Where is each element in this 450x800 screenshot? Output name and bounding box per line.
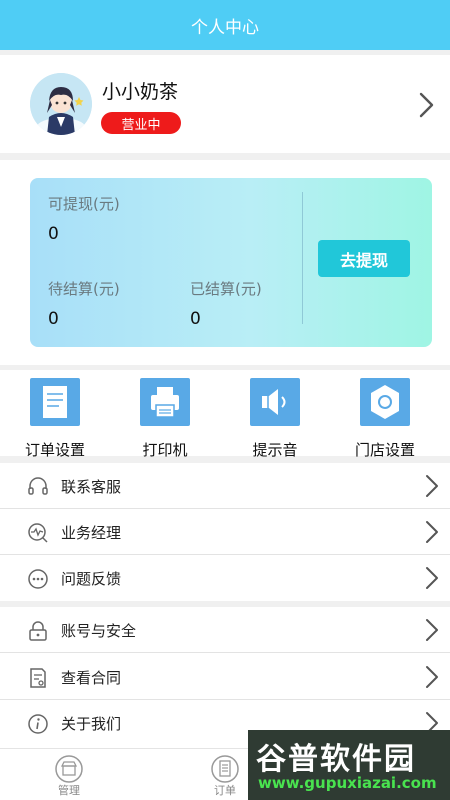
manager-icon <box>28 523 48 543</box>
menu-item-label: 查看合同 <box>61 669 122 687</box>
printer-icon <box>140 378 190 426</box>
chevron-right-icon <box>426 666 438 688</box>
row-divider <box>0 652 450 653</box>
watermark-url: www.gupuxiazai.com <box>258 774 437 792</box>
quick-action-store-settings[interactable]: 门店设置 <box>330 378 440 459</box>
wallet-section: 可提现(元) 0 待结算(元) 0 已结算(元) 0 去提现 <box>0 160 450 365</box>
chevron-right-icon <box>426 521 438 543</box>
quick-action-label: 订单设置 <box>24 441 85 459</box>
chevron-right-icon <box>426 567 438 589</box>
pending-label: 待结算(元) <box>48 280 120 298</box>
pending-value: 0 <box>48 309 59 329</box>
settled-label: 已结算(元) <box>190 280 262 298</box>
watermark-logo: 谷普软件园 www.gupuxiazai.com <box>248 730 450 800</box>
withdraw-button[interactable]: 去提现 <box>318 240 410 277</box>
quick-action-printer[interactable]: 打印机 <box>110 378 220 459</box>
order-list-icon <box>211 755 239 783</box>
menu-item-customer-service[interactable]: 联系客服 <box>0 463 450 509</box>
menu-item-label: 问题反馈 <box>61 570 122 588</box>
withdrawable-label: 可提现(元) <box>48 195 120 213</box>
avatar-illustration <box>30 73 92 135</box>
withdrawable-value: 0 <box>48 224 59 244</box>
wallet-divider <box>302 192 303 324</box>
store-settings-icon <box>360 378 410 426</box>
menu-item-feedback[interactable]: 问题反馈 <box>0 555 450 601</box>
speaker-icon <box>250 378 300 426</box>
shop-name: 小小奶茶 <box>102 81 179 103</box>
page-header: 个人中心 <box>0 0 450 50</box>
page-title: 个人中心 <box>191 17 259 38</box>
menu-group-support: 联系客服 业务经理 问题反馈 <box>0 463 450 601</box>
tab-manage[interactable]: 管理 <box>34 752 104 800</box>
quick-actions: 订单设置 打印机 提示音 门店设置 <box>0 370 450 459</box>
menu-item-account-security[interactable]: 账号与安全 <box>0 607 450 653</box>
order-settings-icon <box>30 378 80 426</box>
menu-item-contract[interactable]: 查看合同 <box>0 654 450 700</box>
quick-action-label: 门店设置 <box>354 441 415 459</box>
store-icon <box>55 755 83 783</box>
profile-card[interactable]: 小小奶茶 营业中 <box>0 55 450 153</box>
quick-action-order-settings[interactable]: 订单设置 <box>0 378 110 459</box>
lock-icon <box>29 621 47 641</box>
quick-action-label: 提示音 <box>252 441 298 459</box>
quick-action-sound[interactable]: 提示音 <box>220 378 330 459</box>
menu-item-account-manager[interactable]: 业务经理 <box>0 509 450 555</box>
menu-item-label: 关于我们 <box>61 715 122 733</box>
chevron-right-icon <box>426 475 438 497</box>
info-icon <box>28 714 48 734</box>
chevron-right-icon[interactable] <box>416 92 436 118</box>
feedback-icon <box>28 569 48 589</box>
headset-icon <box>28 477 48 495</box>
avatar[interactable] <box>30 73 92 135</box>
status-badge: 营业中 <box>101 112 181 134</box>
menu-item-label: 业务经理 <box>61 524 122 542</box>
watermark-text: 谷普软件园 <box>256 742 416 777</box>
menu-group-account: 账号与安全 查看合同 关于我们 <box>0 607 450 748</box>
menu-item-label: 联系客服 <box>61 478 122 496</box>
chevron-right-icon <box>426 619 438 641</box>
settled-value: 0 <box>190 309 201 329</box>
contract-icon <box>30 668 46 688</box>
quick-action-label: 打印机 <box>142 441 188 459</box>
tab-label: 管理 <box>58 784 80 797</box>
menu-item-label: 账号与安全 <box>61 622 137 640</box>
wallet-card: 可提现(元) 0 待结算(元) 0 已结算(元) 0 去提现 <box>30 178 432 347</box>
